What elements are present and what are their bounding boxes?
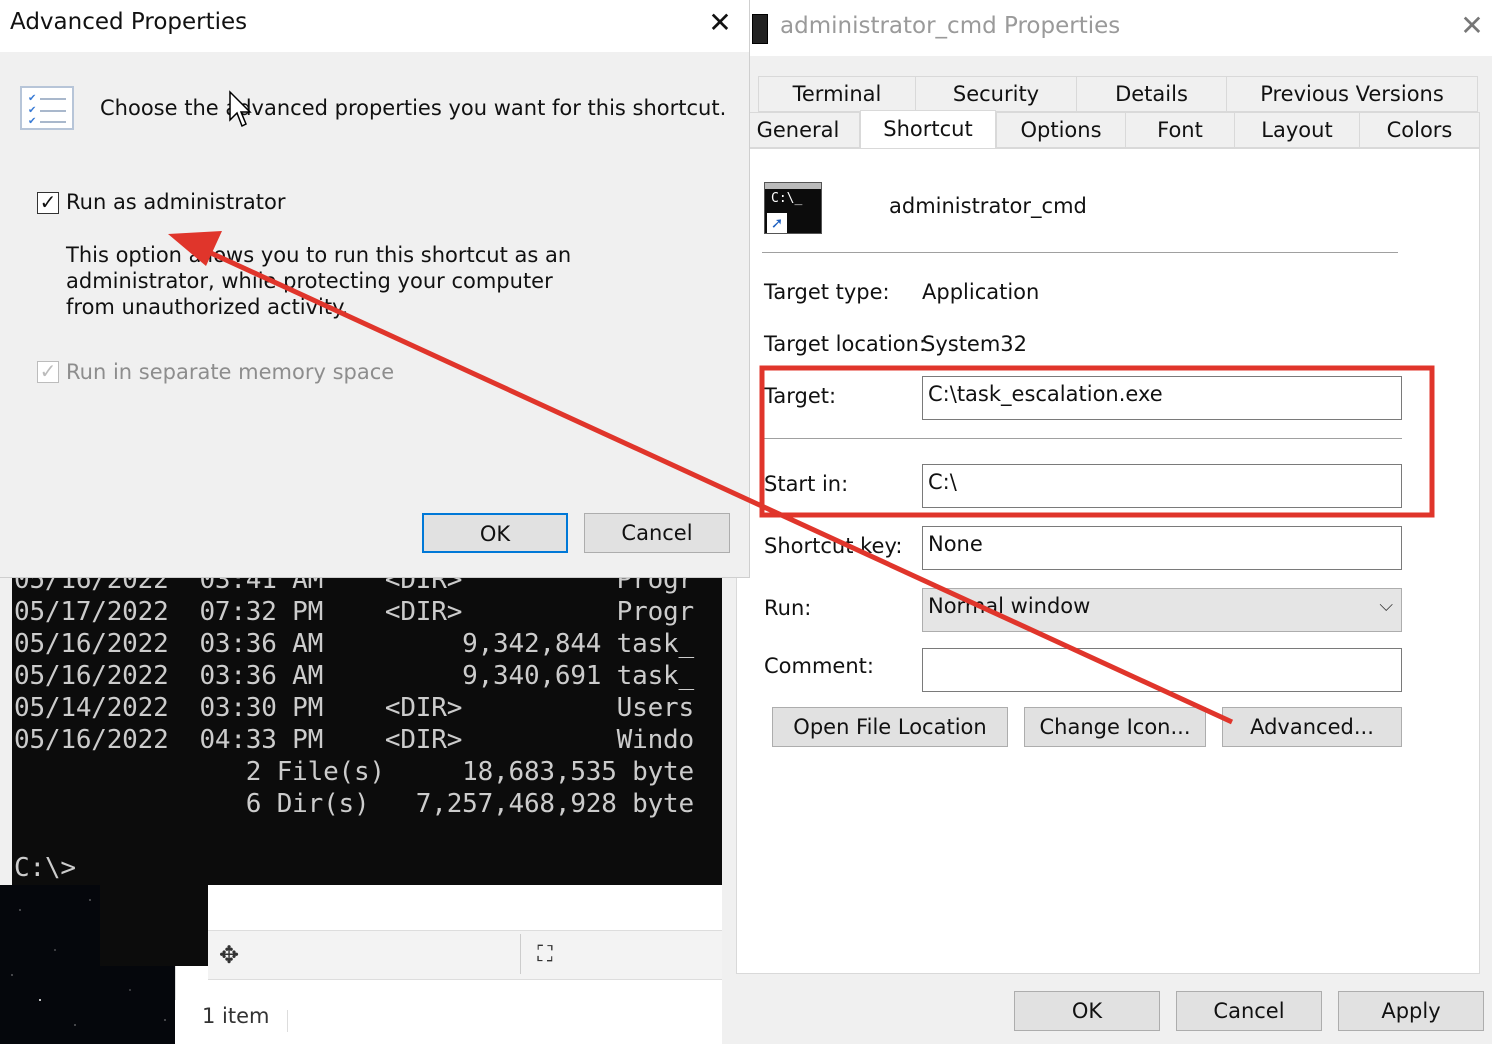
- open-file-location-button[interactable]: Open File Location: [772, 707, 1008, 747]
- advanced-ok-button[interactable]: OK: [422, 513, 568, 553]
- advanced-properties-dialog: Advanced Properties ✕ ✔ ✔ ✔ Choose the a…: [0, 0, 750, 578]
- target-type-label: Target type:: [764, 280, 890, 304]
- move-icon[interactable]: ✥: [216, 942, 242, 968]
- target-type-value: Application: [922, 280, 1040, 304]
- explorer-toolbar: [208, 930, 722, 980]
- run-as-admin-checkbox[interactable]: ✓: [37, 192, 59, 214]
- chevron-down-icon: ⌵: [1379, 595, 1393, 616]
- separate-memory-checkbox: ✓: [37, 361, 59, 383]
- tab-layout[interactable]: Layout: [1234, 112, 1360, 148]
- crop-icon[interactable]: ⛶: [530, 940, 560, 970]
- ok-button[interactable]: OK: [1014, 991, 1160, 1031]
- console-prompt: C:\>: [14, 853, 76, 883]
- target-location-value: System32: [922, 332, 1028, 356]
- checklist-icon: ✔ ✔ ✔: [20, 86, 74, 130]
- separate-memory-label: Run in separate memory space: [66, 360, 395, 384]
- target-field[interactable]: C:\task_escalation.exe: [922, 376, 1402, 420]
- run-as-admin-description: This option allows you to run this short…: [66, 243, 572, 319]
- console-line: 6 Dir(s) 7,257,468,928 byte: [14, 789, 694, 819]
- console-app-icon: [752, 14, 768, 44]
- tab-options[interactable]: Options: [996, 112, 1126, 148]
- console-line: 05/16/2022 03:36 AM 9,340,691 task_: [14, 661, 694, 691]
- tab-general[interactable]: General: [736, 112, 860, 148]
- run-select-value: Normal window: [928, 594, 1091, 618]
- mouse-cursor-icon: [229, 90, 252, 128]
- explorer-preview-area: [100, 880, 208, 966]
- console-line: 2 File(s) 18,683,535 byte: [14, 757, 694, 787]
- shortcut-icon: C:\_ ➚: [764, 182, 822, 234]
- run-select[interactable]: Normal window ⌵: [922, 588, 1402, 632]
- icon-prompt-text: C:\_: [771, 191, 803, 206]
- close-icon[interactable]: ✕: [703, 4, 737, 42]
- advanced-cancel-button[interactable]: Cancel: [584, 513, 730, 553]
- shortcut-key-label: Shortcut key:: [764, 534, 903, 558]
- advanced-button[interactable]: Advanced...: [1222, 707, 1402, 747]
- advanced-title: Advanced Properties: [10, 9, 248, 35]
- target-location-label: Target location:: [764, 332, 927, 356]
- console-line: 05/14/2022 03:30 PM <DIR> Users: [14, 693, 694, 723]
- apply-button[interactable]: Apply: [1338, 991, 1484, 1031]
- start-in-field[interactable]: C:\: [922, 464, 1402, 508]
- console-line: 05/16/2022 03:36 AM 9,342,844 task_: [14, 629, 694, 659]
- shortcut-name: administrator_cmd: [889, 194, 1087, 218]
- close-icon[interactable]: ✕: [1457, 8, 1487, 44]
- status-divider: [287, 1010, 288, 1032]
- cancel-button[interactable]: Cancel: [1176, 991, 1322, 1031]
- tab-font[interactable]: Font: [1125, 112, 1235, 148]
- item-count-status: 1 item: [202, 1004, 270, 1028]
- command-prompt-window[interactable]: 05/16/2022 03:41 AM <DIR> Progr 05/17/20…: [0, 560, 722, 885]
- console-line: 05/16/2022 04:33 PM <DIR> Windo: [14, 725, 694, 755]
- run-as-admin-label[interactable]: Run as administrator: [66, 190, 285, 214]
- tab-details[interactable]: Details: [1076, 76, 1227, 112]
- change-icon-button[interactable]: Change Icon...: [1024, 707, 1206, 747]
- properties-title: administrator_cmd Properties: [780, 13, 1121, 39]
- separator: [762, 438, 1402, 439]
- shortcut-key-field[interactable]: None: [922, 526, 1402, 570]
- target-label: Target:: [764, 384, 837, 408]
- run-label: Run:: [764, 596, 812, 620]
- properties-dialog: administrator_cmd Properties ✕ Terminal …: [722, 0, 1492, 1044]
- toolbar-divider: [520, 934, 521, 974]
- tab-colors[interactable]: Colors: [1359, 112, 1480, 148]
- console-line: 05/17/2022 07:32 PM <DIR> Progr: [14, 597, 694, 627]
- separator: [762, 252, 1398, 253]
- shortcut-arrow-icon: ➚: [767, 213, 787, 233]
- tab-security[interactable]: Security: [915, 76, 1077, 112]
- tab-previous-versions[interactable]: Previous Versions: [1226, 76, 1478, 112]
- comment-label: Comment:: [764, 654, 874, 678]
- tab-terminal[interactable]: Terminal: [758, 76, 916, 112]
- comment-field[interactable]: [922, 648, 1402, 692]
- advanced-prompt: Choose the advanced properties you want …: [100, 96, 727, 120]
- tab-shortcut[interactable]: Shortcut: [860, 110, 996, 150]
- start-in-label: Start in:: [764, 472, 849, 496]
